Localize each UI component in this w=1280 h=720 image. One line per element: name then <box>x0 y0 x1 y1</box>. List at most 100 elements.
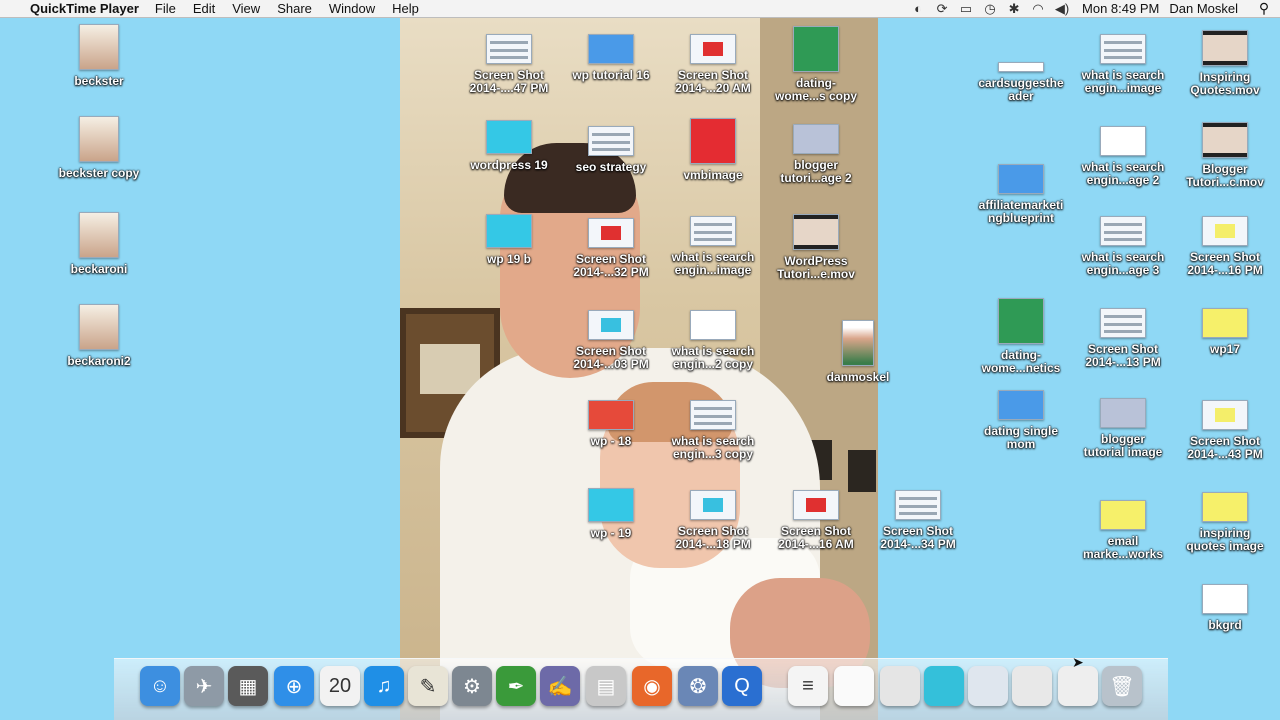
desktop-icon-bkgrd[interactable]: bkgrd <box>1173 584 1277 632</box>
desktop-icon-label: beckster copy <box>58 166 140 180</box>
desktop-icon-screen-shot-47[interactable]: Screen Shot 2014-....47 PM <box>457 34 561 95</box>
desktop-icon-screen-shot-32[interactable]: Screen Shot 2014-...32 PM <box>559 218 663 279</box>
desktop-icon-blogger-tutorial-image[interactable]: blogger tutorial image <box>1071 398 1175 459</box>
file-thumbnail-icon <box>793 124 839 154</box>
desktop-icon-label: bkgrd <box>1208 618 1242 632</box>
calendar-icon[interactable]: 20 <box>320 666 360 706</box>
iphoto-icon[interactable]: ❂ <box>678 666 718 706</box>
desktop-icon-label: seo strategy <box>575 160 647 174</box>
stack-firefox-doc-icon[interactable] <box>1058 666 1098 706</box>
firefox-icon[interactable]: ◉ <box>632 666 672 706</box>
safari-icon[interactable]: ⊕ <box>274 666 314 706</box>
desktop-icon-label: vmbimage <box>683 168 743 182</box>
desktop-icon-screen-shot-34[interactable]: Screen Shot 2014-...34 PM <box>866 490 970 551</box>
desktop-icon-label: what is search engin...3 copy <box>671 434 755 461</box>
script-editor-icon[interactable]: ✍ <box>540 666 580 706</box>
desktop-icon-screen-shot-16-am[interactable]: Screen Shot 2014-...16 AM <box>764 490 868 551</box>
itunes-icon[interactable]: ♫ <box>364 666 404 706</box>
desktop-icon-screen-shot-16-pm[interactable]: Screen Shot 2014-...16 PM <box>1173 216 1277 277</box>
blank-document-icon[interactable] <box>834 666 874 706</box>
menu-view[interactable]: View <box>232 1 260 16</box>
menu-user[interactable]: Dan Moskel <box>1169 1 1238 16</box>
calculator-icon[interactable]: ▤ <box>586 666 626 706</box>
desktop-icon-vmbimage[interactable]: vmbimage <box>661 118 765 182</box>
desktop-icon-blogger-tutorial-mov[interactable]: Blogger Tutori...c.mov <box>1173 122 1277 189</box>
menu-help[interactable]: Help <box>392 1 419 16</box>
desktop-icon-screen-shot-18[interactable]: Screen Shot 2014-...18 PM <box>661 490 765 551</box>
desktop-icon-what-is-search-image-a[interactable]: what is search engin...image <box>661 216 765 277</box>
desktop-icon-dating-single-mom[interactable]: dating single mom <box>969 390 1073 451</box>
desktop-icon-screen-shot-20[interactable]: Screen Shot 2014-...20 AM <box>661 34 765 95</box>
trash-icon[interactable]: 🗑 <box>1102 666 1142 706</box>
desktop-icon-what-is-search-page-3[interactable]: what is search engin...age 3 <box>1071 216 1175 277</box>
text-document-icon[interactable]: ≡ <box>788 666 828 706</box>
photo-booth-icon[interactable]: ▦ <box>228 666 268 706</box>
desktop-icon-danmoskel[interactable]: danmoskel <box>806 320 910 384</box>
desktop-icon-wp-19-b[interactable]: wp 19 b <box>457 214 561 266</box>
desktop-icon-inspiring-quotes-mov[interactable]: Inspiring Quotes.mov <box>1173 30 1277 97</box>
menu-window[interactable]: Window <box>329 1 375 16</box>
file-thumbnail-icon <box>793 214 839 250</box>
launchpad-icon[interactable]: ✈ <box>184 666 224 706</box>
desktop-icon-beckaroni[interactable]: beckaroni <box>47 212 151 276</box>
sync-icon[interactable]: ⟳ <box>930 1 954 17</box>
desktop-icon-wordpress-tutorial-mov[interactable]: WordPress Tutori...e.mov <box>764 214 868 281</box>
menu-file[interactable]: File <box>155 1 176 16</box>
desktop-icon-beckster[interactable]: beckster <box>47 24 151 88</box>
desktop-icon-screen-shot-03[interactable]: Screen Shot 2014-...03 PM <box>559 310 663 371</box>
file-thumbnail-icon <box>1100 398 1146 428</box>
desktop-icon-wp-19[interactable]: wp - 19 <box>559 488 663 540</box>
file-thumbnail-icon <box>690 310 736 340</box>
stack-screenshot-4-icon[interactable] <box>1012 666 1052 706</box>
evernote-icon[interactable]: ◐ <box>906 1 930 16</box>
desktop-icon-wp17[interactable]: wp17 <box>1173 308 1277 356</box>
menu-edit[interactable]: Edit <box>193 1 215 16</box>
bluetooth-icon[interactable]: ✱ <box>1002 1 1026 17</box>
system-preferences-icon[interactable]: ⚙ <box>452 666 492 706</box>
file-thumbnail-icon <box>690 118 736 164</box>
textedit-icon[interactable]: ✎ <box>408 666 448 706</box>
desktop-icon-screen-shot-43[interactable]: Screen Shot 2014-...43 PM <box>1173 400 1277 461</box>
desktop-icon-label: what is search engin...image <box>671 250 755 277</box>
menu-app-name[interactable]: QuickTime Player <box>30 1 139 16</box>
desktop-icon-dating-women-copy[interactable]: dating- wome...s copy <box>764 26 868 103</box>
stack-screenshot-1-icon[interactable] <box>880 666 920 706</box>
desktop-icon-wordpress-19[interactable]: wordpress 19 <box>457 120 561 172</box>
file-thumbnail-icon <box>998 164 1044 194</box>
desktop-icon-beckster-copy[interactable]: beckster copy <box>47 116 151 180</box>
desktop-icon-dating-women-netics[interactable]: dating- wome...netics <box>969 298 1073 375</box>
desktop-icon-wp-tutorial-16[interactable]: wp tutorial 16 <box>559 34 663 82</box>
desktop-icon-email-marketing-works[interactable]: email marke...works <box>1071 500 1175 561</box>
finder-icon[interactable]: ☺ <box>140 666 180 706</box>
spotlight-search-icon[interactable]: ⚲ <box>1252 0 1276 17</box>
desktop-icon-what-is-search-image-b[interactable]: what is search engin...image <box>1071 34 1175 95</box>
desktop-icon-wp-18[interactable]: wp - 18 <box>559 400 663 448</box>
volume-icon[interactable]: ◀) <box>1050 1 1074 17</box>
desktop-icon-what-is-search-3-copy[interactable]: what is search engin...3 copy <box>661 400 765 461</box>
desktop-icon-inspiring-quotes-image[interactable]: inspiring quotes image <box>1173 492 1277 553</box>
desktop-icon-blogger-tutorial-page-2[interactable]: blogger tutori...age 2 <box>764 124 868 185</box>
stack-screenshot-3-icon[interactable] <box>968 666 1008 706</box>
desktop-icon-what-is-search-2-copy[interactable]: what is search engin...2 copy <box>661 310 765 371</box>
desktop-icon-label: beckaroni2 <box>67 354 131 368</box>
quicktime-icon[interactable]: Q <box>722 666 762 706</box>
display-icon[interactable]: ▭ <box>954 1 978 17</box>
desktop-icon-label: blogger tutori...age 2 <box>780 158 852 185</box>
desktop-icon-cardsuggestheader[interactable]: cardsuggesthe ader <box>969 62 1073 103</box>
evernote-icon[interactable]: ✒ <box>496 666 536 706</box>
stack-screenshot-2-icon[interactable] <box>924 666 964 706</box>
desktop-icon-seo-strategy[interactable]: seo strategy <box>559 126 663 174</box>
desktop-icon-label: wp tutorial 16 <box>572 68 650 82</box>
desktop-icon-label: what is search engin...2 copy <box>671 344 755 371</box>
desktop-icon-what-is-search-page-2[interactable]: what is search engin...age 2 <box>1071 126 1175 187</box>
desktop-icon-beckaroni2[interactable]: beckaroni2 <box>47 304 151 368</box>
desktop-icon-affiliate-marketing-blueprint[interactable]: affiliatemarketi ngblueprint <box>969 164 1073 225</box>
menu-share[interactable]: Share <box>277 1 312 16</box>
desktop-icon-screen-shot-13[interactable]: Screen Shot 2014-...13 PM <box>1071 308 1175 369</box>
wifi-icon[interactable]: ◠ <box>1026 1 1050 17</box>
time-machine-icon[interactable]: ◷ <box>978 1 1002 17</box>
desktop-icon-label: Screen Shot 2014-...03 PM <box>573 344 649 371</box>
menu-clock[interactable]: Mon 8:49 PM <box>1082 1 1159 16</box>
desktop-icon-label: beckaroni <box>70 262 128 276</box>
file-thumbnail-icon <box>79 116 119 162</box>
